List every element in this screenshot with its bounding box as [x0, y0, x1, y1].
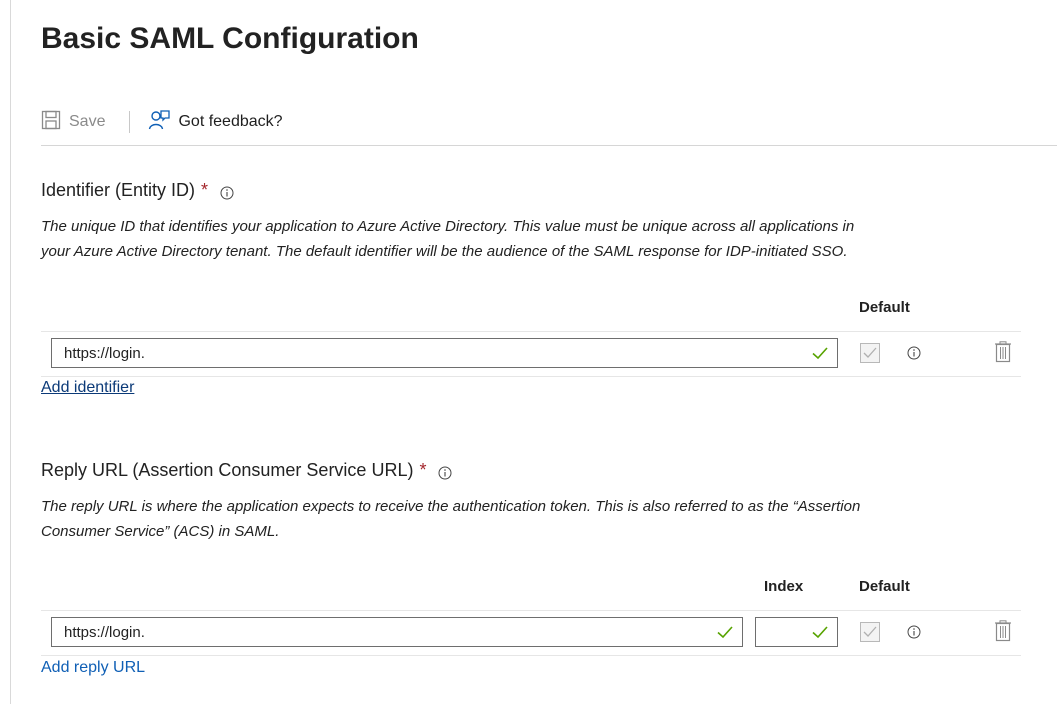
trash-icon[interactable]	[993, 620, 1013, 642]
required-marker: *	[201, 180, 209, 200]
reply-default-column-header: Default	[859, 578, 910, 595]
info-icon[interactable]	[220, 184, 234, 199]
required-marker: *	[419, 460, 427, 480]
feedback-label: Got feedback?	[178, 113, 283, 130]
feedback-icon	[148, 109, 171, 136]
identifier-description: The unique ID that identifies your appli…	[41, 218, 855, 260]
reply-default-checkbox[interactable]	[860, 622, 880, 642]
reply-index-column-header: Index	[764, 578, 804, 595]
trash-icon[interactable]	[993, 341, 1013, 363]
save-label: Save	[69, 113, 106, 130]
reply-url-description: The reply URL is where the application e…	[41, 498, 861, 540]
identifier-default-column-header: Default	[859, 299, 910, 316]
page-title: Basic SAML Configuration	[41, 22, 419, 55]
reply-url-value: https://login.	[64, 624, 145, 641]
info-icon[interactable]	[438, 464, 452, 479]
add-reply-url-link[interactable]: Add reply URL	[41, 659, 145, 677]
add-identifier-link[interactable]: Add identifier	[41, 379, 134, 397]
save-icon	[41, 110, 61, 135]
checkmark-icon	[812, 626, 828, 639]
toolbar-divider	[129, 111, 131, 133]
info-icon[interactable]	[907, 346, 921, 360]
identifier-title: Identifier (Entity ID)	[41, 180, 196, 200]
checkmark-icon	[717, 626, 733, 639]
identifier-input[interactable]: https://login.	[51, 338, 838, 368]
left-panel-edge	[10, 0, 11, 704]
identifier-value: https://login.	[64, 345, 145, 362]
command-bar: Save Got feedback?	[41, 104, 283, 140]
identifier-default-checkbox[interactable]	[860, 343, 880, 363]
toolbar-divider-line	[41, 145, 1057, 146]
save-button[interactable]: Save	[41, 110, 105, 135]
identifier-section-title: Identifier (Entity ID) *	[41, 180, 234, 201]
feedback-button[interactable]: Got feedback?	[148, 109, 283, 136]
reply-url-section-title: Reply URL (Assertion Consumer Service UR…	[41, 460, 452, 481]
info-icon[interactable]	[907, 625, 921, 639]
checkmark-icon	[812, 347, 828, 360]
reply-url-title: Reply URL (Assertion Consumer Service UR…	[41, 460, 414, 480]
reply-index-input[interactable]	[755, 617, 838, 647]
reply-url-input[interactable]: https://login.	[51, 617, 743, 647]
